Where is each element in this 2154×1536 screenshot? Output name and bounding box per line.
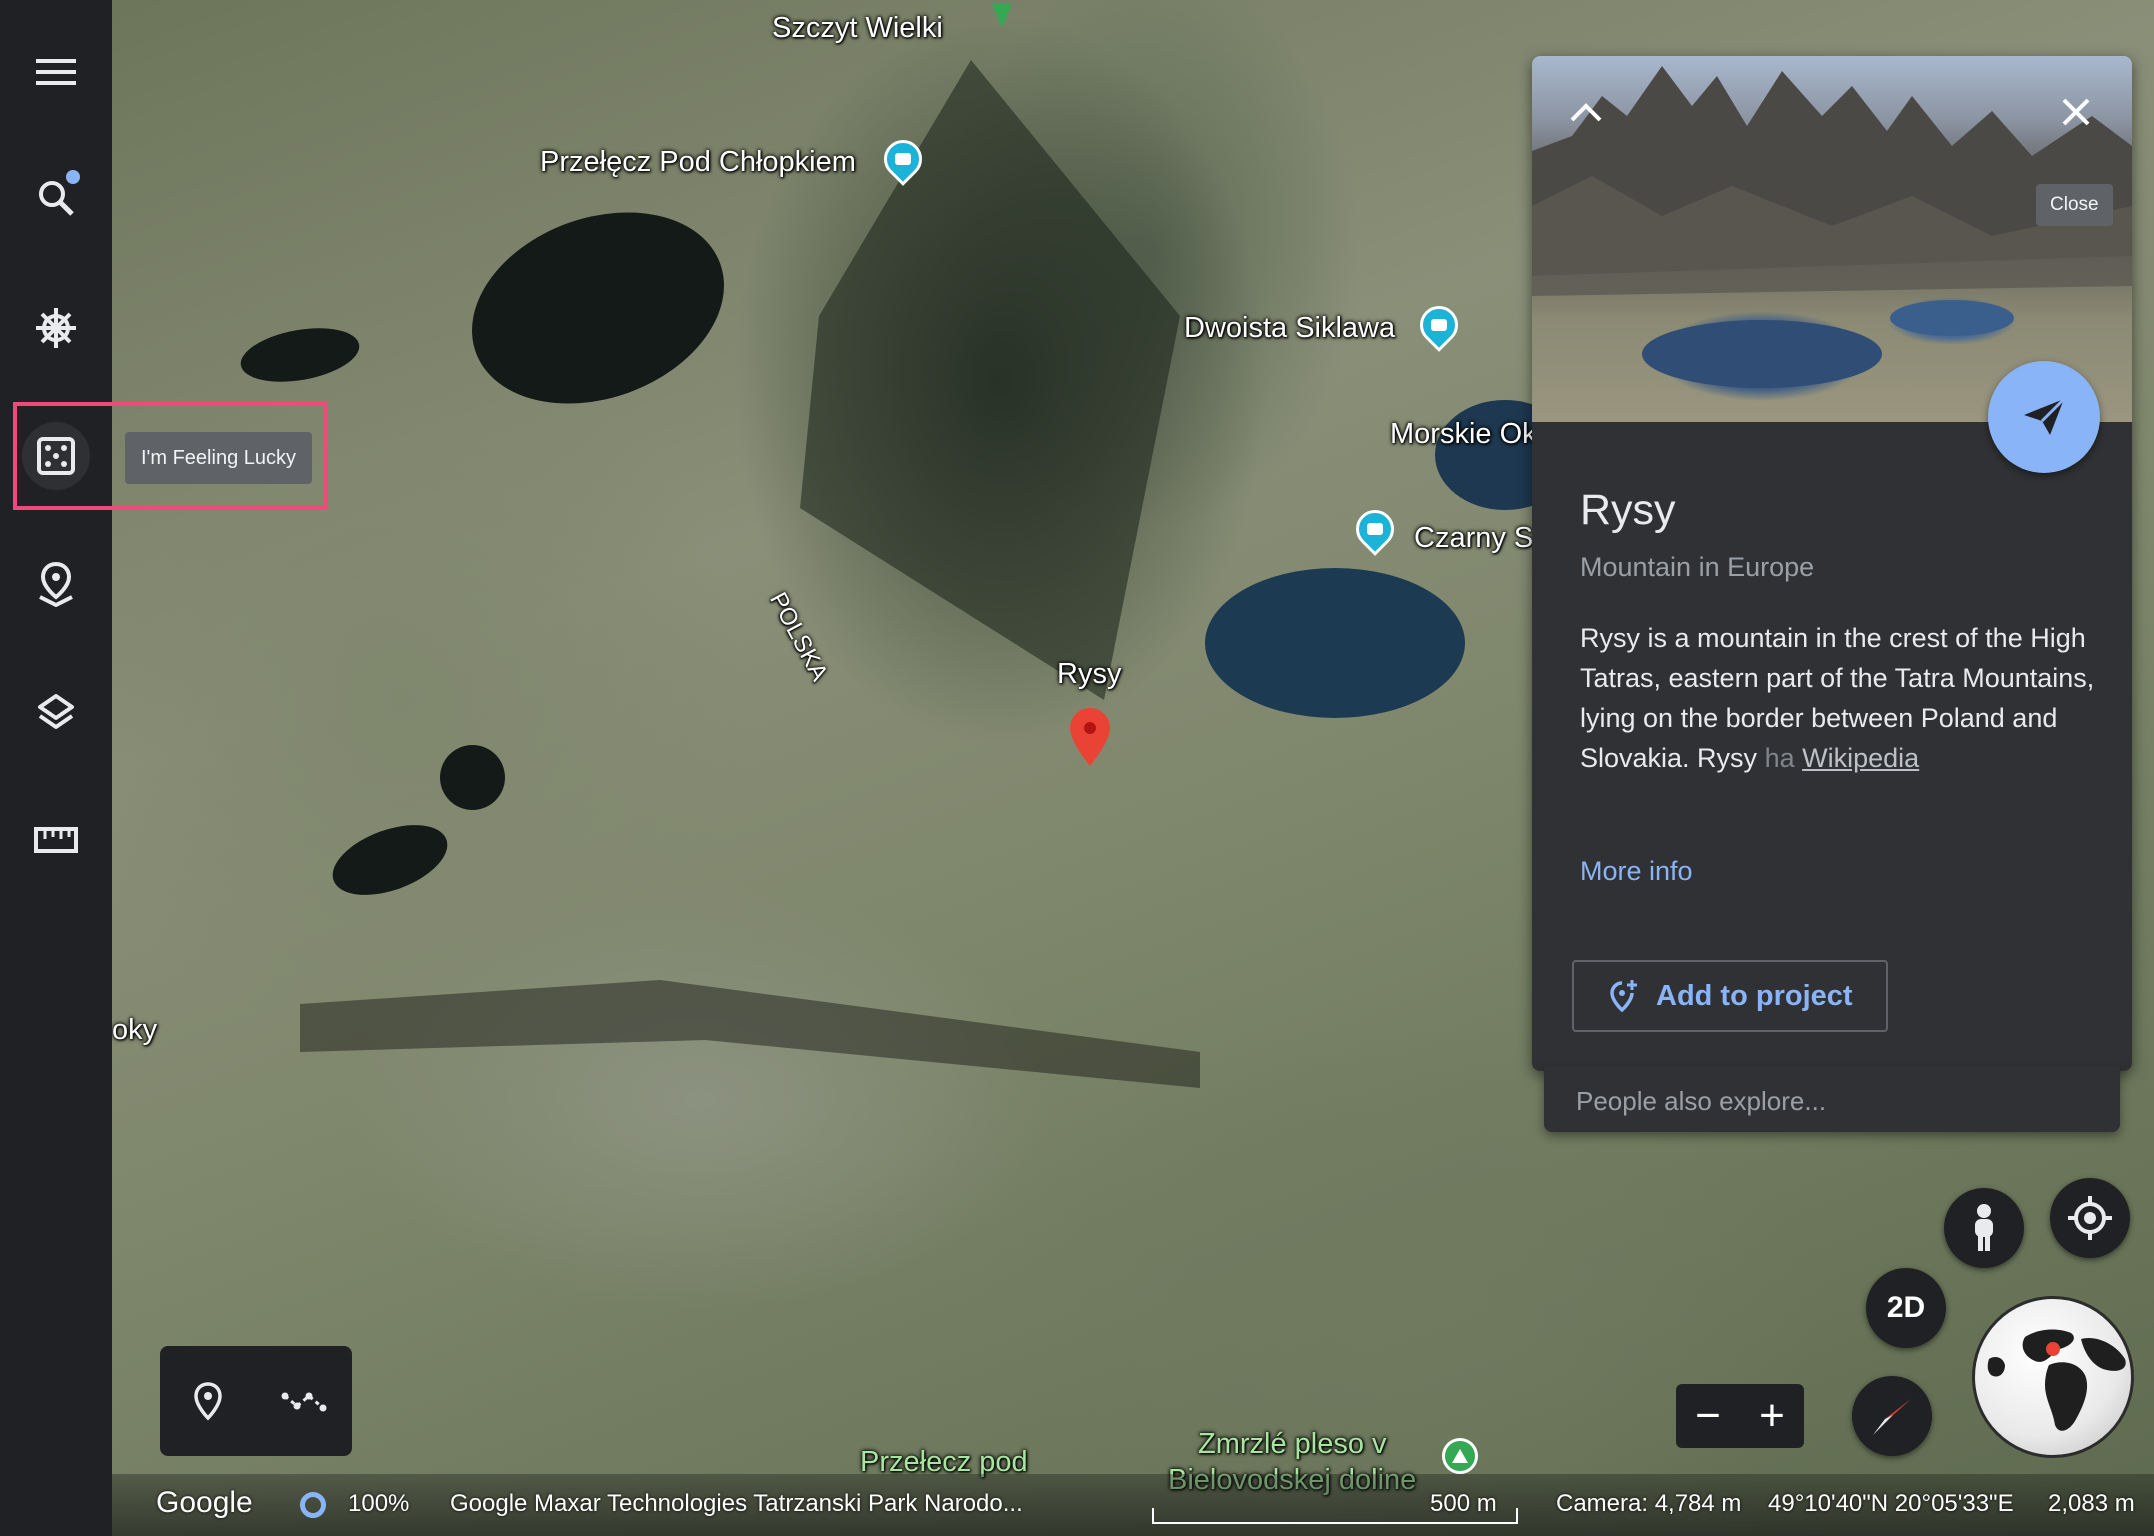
highlight-annotation — [13, 402, 328, 510]
people-also-explore[interactable]: People also explore... — [1544, 1066, 2120, 1132]
label-przelecz-chlopkiem[interactable]: Przełęcz Pod Chłopkiem — [540, 146, 856, 179]
pegman-icon — [1975, 1204, 1993, 1251]
send-icon — [2024, 397, 2066, 435]
collapse-button[interactable] — [1562, 88, 1610, 136]
label-zmrzle-pleso[interactable]: Zmrzlé pleso v — [1198, 1428, 1387, 1461]
menu-icon — [36, 59, 76, 85]
lake-3 — [1205, 568, 1465, 718]
valley-shadow — [300, 980, 1200, 1088]
compass-icon — [1873, 1399, 1911, 1435]
place-subtitle: Mountain in Europe — [1580, 552, 1815, 582]
lake-2 — [236, 319, 364, 391]
location-pin-icon — [39, 561, 73, 607]
scale-bar — [1152, 1508, 1518, 1524]
compass-button[interactable] — [1852, 1376, 1932, 1456]
measure-button[interactable] — [22, 806, 90, 874]
globe-continents-icon — [1987, 1329, 2126, 1431]
search-button[interactable] — [22, 164, 90, 232]
chevron-up-icon — [1570, 103, 1602, 122]
label-morskie-oko[interactable]: Morskie Ok — [1390, 418, 1537, 451]
photo-marker-czarny[interactable] — [1348, 502, 1402, 556]
search-icon — [39, 181, 74, 216]
camera-icon — [895, 153, 911, 165]
projects-button[interactable] — [22, 550, 90, 618]
google-logo: Google — [156, 1486, 253, 1519]
ground-elevation: 2,083 m — [2048, 1490, 2135, 1517]
label-szczyt-wielki[interactable]: Szczyt Wielki — [772, 12, 943, 45]
status-bar: Google 100% Google Maxar Technologies Ta… — [112, 1474, 2154, 1536]
path-icon — [281, 1392, 327, 1412]
crosshair-icon — [2068, 1196, 2112, 1240]
more-info-link[interactable]: More info — [1580, 856, 1693, 887]
camera-icon — [1431, 319, 1447, 331]
ship-wheel-icon — [36, 308, 76, 348]
drawing-tools — [160, 1346, 352, 1456]
place-description: Rysy is a mountain in the crest of the H… — [1580, 618, 2100, 778]
description-fade: ha — [1757, 743, 1795, 773]
lake-1 — [445, 178, 751, 438]
globe-minimap[interactable] — [1972, 1296, 2134, 1458]
lake-6 — [323, 811, 457, 909]
menu-button[interactable] — [22, 38, 90, 106]
label-czarny-staw[interactable]: Czarny S — [1414, 522, 1533, 555]
data-attribution[interactable]: Google Maxar Technologies Tatrzanski Par… — [450, 1490, 1023, 1518]
notification-dot — [66, 170, 80, 184]
lake-5 — [440, 745, 505, 810]
add-to-project-button[interactable]: Add to project — [1572, 960, 1888, 1032]
camera-icon — [1367, 523, 1383, 535]
label-oky: oky — [112, 1014, 158, 1046]
camera-altitude: Camera: 4,784 m — [1556, 1490, 1742, 1517]
zoom-controls: − + — [1676, 1384, 1804, 1448]
selected-place-pin[interactable] — [1070, 708, 1110, 766]
street-view-button[interactable] — [1944, 1188, 2024, 1268]
add-to-project-label: Add to project — [1656, 979, 1853, 1012]
voyager-button[interactable] — [22, 294, 90, 362]
wikipedia-link[interactable]: Wikipedia — [1802, 743, 1919, 773]
placemark-icon — [194, 1382, 222, 1421]
sidebar — [0, 0, 112, 1536]
people-also-explore-label: People also explore... — [1576, 1086, 1827, 1116]
green-marker[interactable] — [992, 4, 1012, 28]
layers-icon — [38, 694, 74, 729]
my-location-button[interactable] — [2050, 1178, 2130, 1258]
ridge-shadow — [800, 60, 1180, 700]
add-location-icon — [1610, 980, 1637, 1013]
add-placemark-button[interactable] — [178, 1371, 238, 1431]
zoom-in-button[interactable]: + — [1740, 1384, 1804, 1448]
park-marker[interactable] — [1442, 1438, 1478, 1474]
share-button[interactable] — [1988, 361, 2100, 473]
zoom-out-button[interactable]: − — [1676, 1384, 1740, 1448]
ruler-icon — [34, 827, 78, 853]
tree-icon — [1452, 1449, 1468, 1463]
close-tooltip: Close — [2036, 184, 2113, 226]
draw-path-button[interactable] — [274, 1371, 334, 1431]
knowledge-card: Close Rysy Mountain in Europe Rysy is a … — [1532, 56, 2132, 1071]
label-rysy[interactable]: Rysy — [1057, 658, 1121, 691]
close-icon — [2062, 98, 2090, 126]
close-button[interactable] — [2052, 88, 2100, 136]
map-style-button[interactable] — [22, 678, 90, 746]
label-dwoista-siklawa[interactable]: Dwoista Siklawa — [1184, 312, 1395, 345]
place-title: Rysy — [1580, 486, 1676, 534]
photo-marker-dwoista[interactable] — [1412, 298, 1466, 352]
toggle-2d-button[interactable]: 2D — [1866, 1268, 1946, 1348]
label-polska-border: POLSKA — [764, 588, 834, 686]
load-percent: 100% — [348, 1490, 410, 1517]
coordinates: 49°10'40"N 20°05'33"E — [1768, 1490, 2014, 1517]
loading-indicator-icon — [300, 1492, 326, 1518]
